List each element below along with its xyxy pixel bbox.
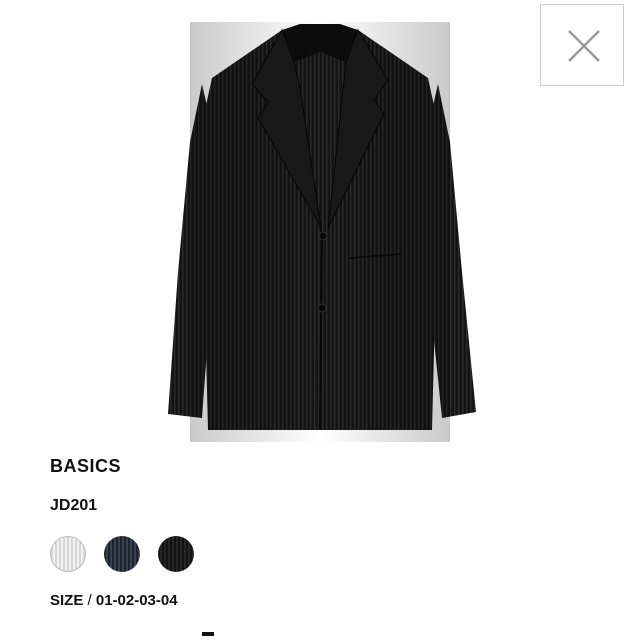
swatch-black[interactable] [158, 536, 194, 572]
cutoff-text-fragment [202, 632, 214, 636]
close-icon [568, 30, 600, 62]
color-swatches [50, 536, 194, 572]
product-image [168, 22, 476, 442]
size-info: SIZE / 01-02-03-04 [50, 592, 178, 609]
size-values: 01-02-03-04 [95, 592, 178, 609]
size-label: SIZE [50, 592, 84, 609]
size-separator: / [83, 592, 96, 609]
swatch-light-gray[interactable] [50, 536, 86, 572]
swatch-navy[interactable] [104, 536, 140, 572]
product-sku: JD201 [50, 497, 98, 514]
product-detail-page: BASICS JD201 SIZE / 01-02-03-04 [0, 0, 640, 640]
product-brand: BASICS [50, 456, 122, 476]
close-button[interactable] [540, 4, 624, 86]
